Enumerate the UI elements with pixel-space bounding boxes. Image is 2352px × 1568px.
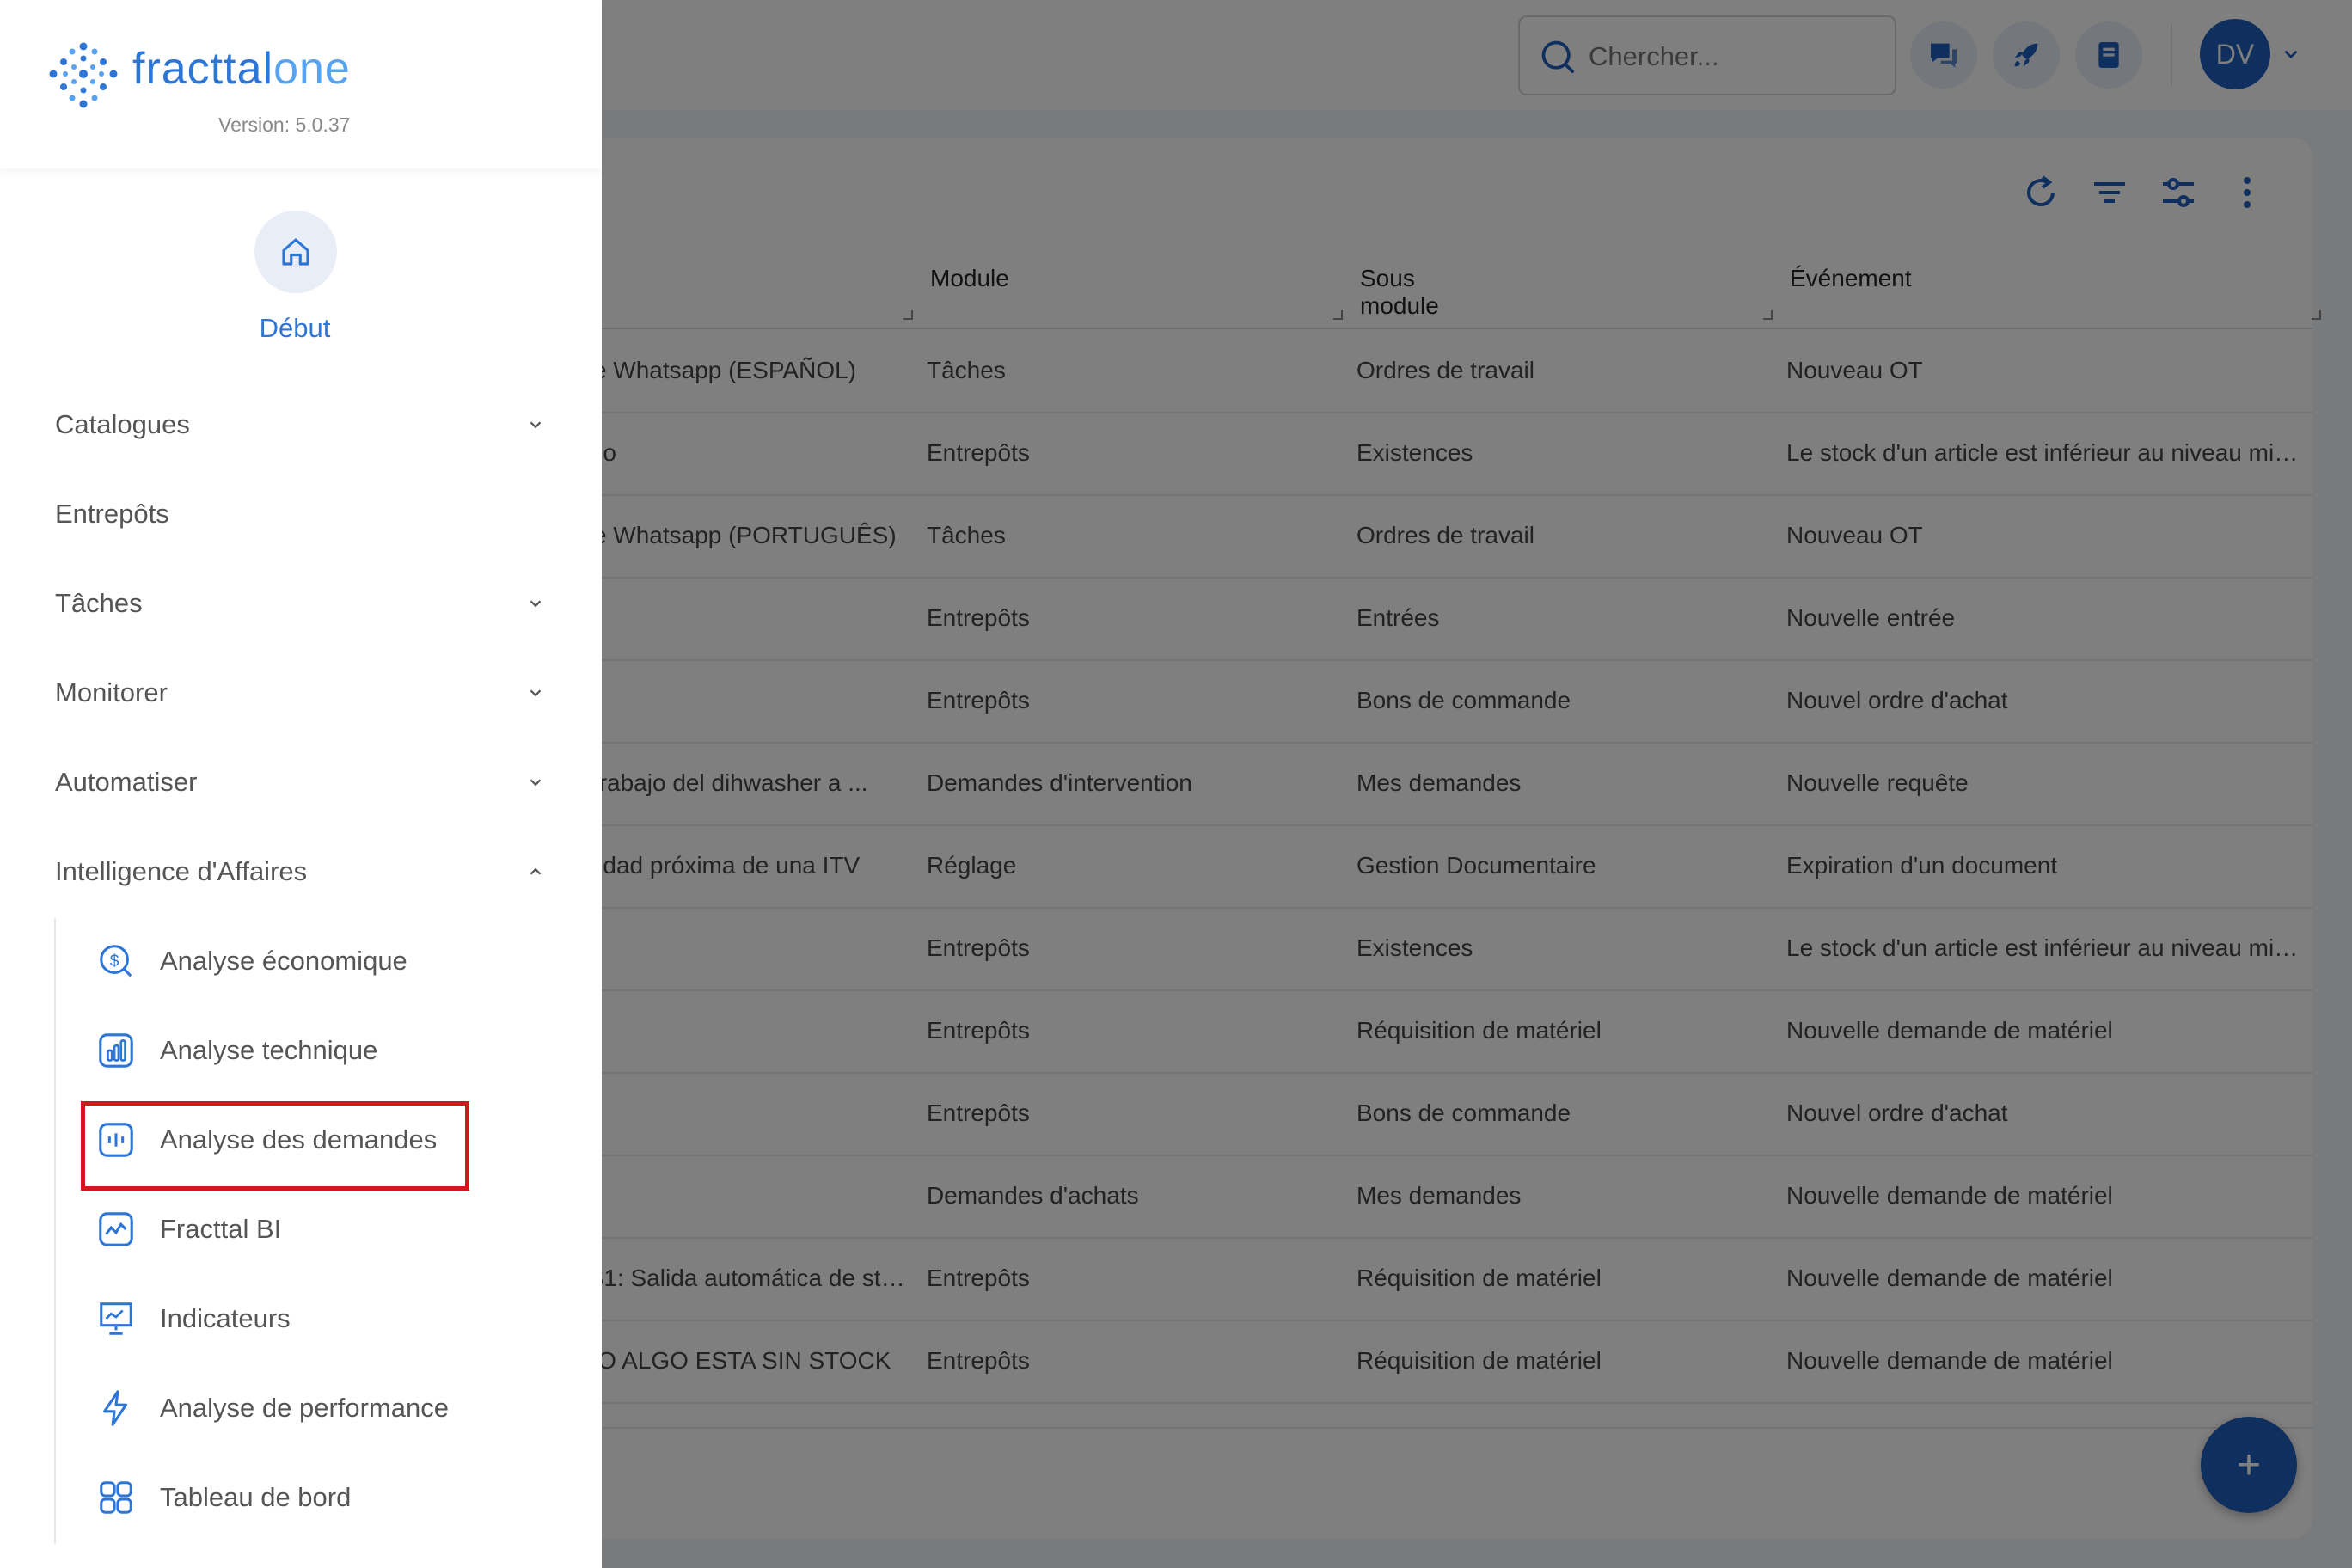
logo-word-a: fracttal xyxy=(132,44,274,94)
highlight-box xyxy=(81,1101,469,1191)
sidebar-subitem-label: Indicateurs xyxy=(160,1303,291,1333)
sidebar-item-label: Entrepôts xyxy=(55,499,169,529)
sidebar-subitem-analyse-economique[interactable]: $ Analyse économique xyxy=(96,930,407,992)
lightning-icon xyxy=(96,1388,136,1428)
sidebar-item-label: Intelligence d'Affaires xyxy=(55,856,308,886)
sidebar-subitem-label: Analyse de performance xyxy=(160,1393,450,1423)
submenu-rail xyxy=(54,918,56,1544)
chevron-down-icon xyxy=(530,689,542,697)
dollar-search-icon: $ xyxy=(96,941,136,981)
chevron-down-icon xyxy=(530,779,542,787)
sidebar-item-label: Automatiser xyxy=(55,767,198,797)
svg-text:$: $ xyxy=(110,952,119,971)
logo-word-b: one xyxy=(273,44,351,94)
sidebar-subitem-label: Analyse économique xyxy=(160,946,407,976)
sidebar: fracttalone Version: 5.0.37 Début Catalo… xyxy=(0,0,602,1568)
sidebar-item-label: Catalogues xyxy=(55,409,190,439)
sidebar-item-label: Monitorer xyxy=(55,677,168,707)
home-label[interactable]: Début xyxy=(0,313,590,344)
sidebar-subitem-analyse-performance[interactable]: Analyse de performance xyxy=(96,1377,449,1439)
chevron-up-icon xyxy=(530,867,542,875)
sidebar-subitem-indicateurs[interactable]: Indicateurs xyxy=(96,1288,291,1350)
logo-wordmark: fracttalone xyxy=(132,43,351,95)
trend-line-icon xyxy=(96,1210,136,1249)
sidebar-item-label: Tâches xyxy=(55,588,143,618)
sidebar-item-catalogues[interactable]: Catalogues xyxy=(55,394,545,456)
sidebar-item-intelligence-affaires[interactable]: Intelligence d'Affaires xyxy=(55,841,545,903)
home-button[interactable] xyxy=(254,211,337,293)
sidebar-subitem-label: Fracttal BI xyxy=(160,1214,282,1244)
dashboard-grid-icon xyxy=(96,1478,136,1517)
fracttal-logo-icon xyxy=(49,42,118,108)
home-icon xyxy=(282,238,309,266)
sidebar-subitem-analyse-technique[interactable]: Analyse technique xyxy=(96,1020,377,1081)
sidebar-item-taches[interactable]: Tâches xyxy=(55,573,545,634)
sidebar-subitem-label: Analyse technique xyxy=(160,1035,378,1065)
sidebar-subitem-fracttal-bi[interactable]: Fracttal BI xyxy=(96,1198,281,1260)
bar-chart-icon xyxy=(96,1031,136,1070)
sidebar-subitem-label: Tableau de bord xyxy=(160,1482,352,1512)
presentation-chart-icon xyxy=(96,1299,136,1338)
sidebar-item-entrepots[interactable]: Entrepôts xyxy=(55,483,545,545)
sidebar-subitem-tableau-de-bord[interactable]: Tableau de bord xyxy=(96,1467,351,1528)
logo-area: fracttalone Version: 5.0.37 xyxy=(0,0,602,168)
chevron-down-icon xyxy=(530,600,542,608)
sidebar-item-monitorer[interactable]: Monitorer xyxy=(55,662,545,724)
version-label: Version: 5.0.37 xyxy=(218,113,351,136)
sidebar-item-automatiser[interactable]: Automatiser xyxy=(55,751,545,813)
chevron-down-icon xyxy=(530,421,542,429)
